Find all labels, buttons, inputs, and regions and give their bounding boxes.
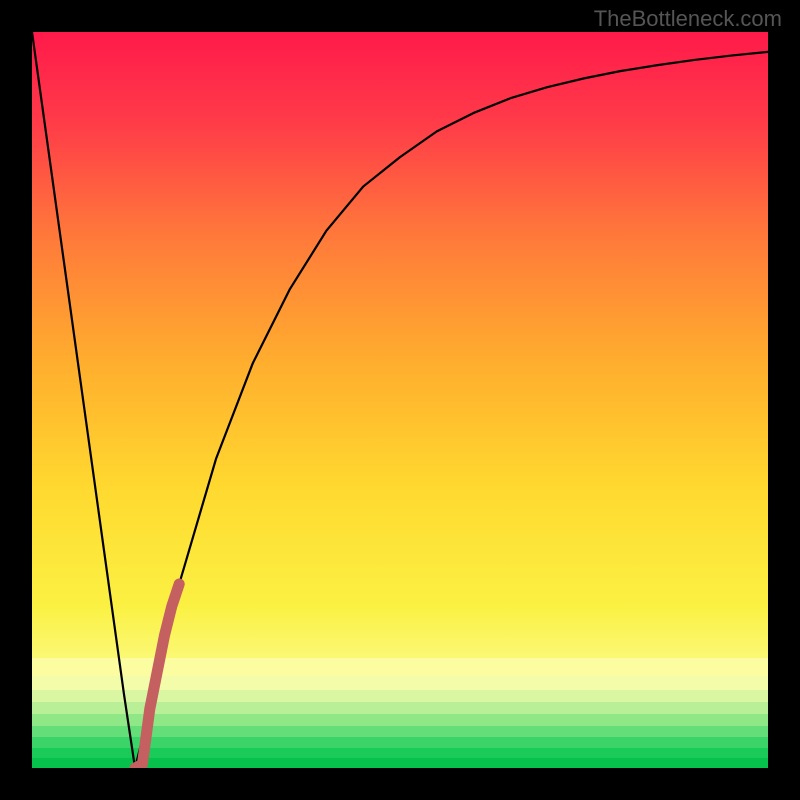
plot-area <box>32 32 768 768</box>
attribution-text: TheBottleneck.com <box>594 6 782 32</box>
bottleneck-curve <box>32 32 768 768</box>
curve-svg <box>32 32 768 768</box>
highlight-segment <box>135 584 179 768</box>
